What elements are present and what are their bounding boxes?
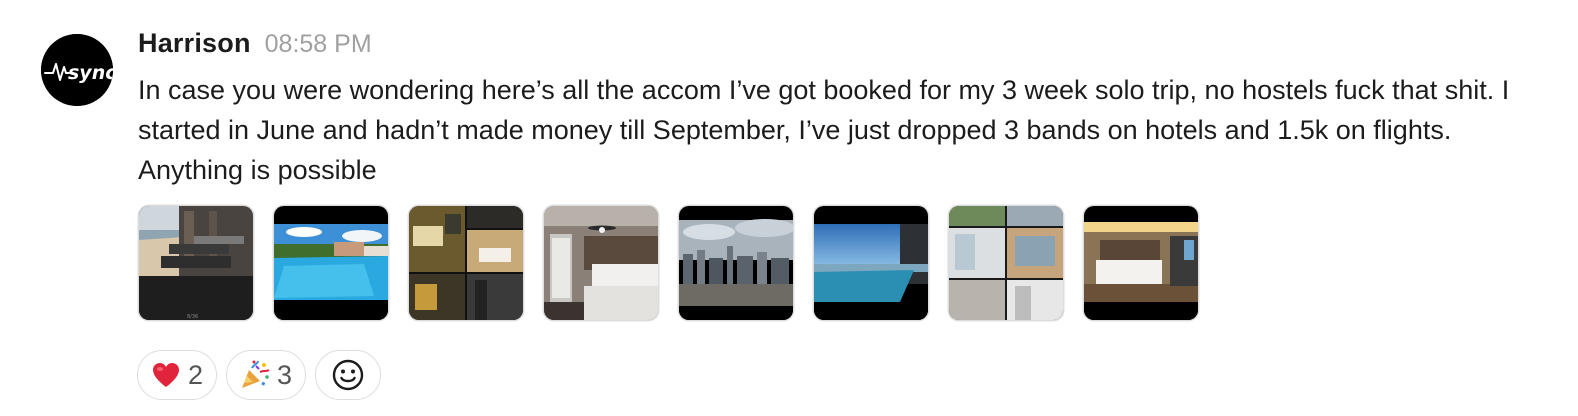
svg-text:8/36: 8/36 — [187, 314, 198, 320]
reaction-party-popper[interactable]: 3 — [226, 350, 307, 400]
image-thumbnail-city-skyline[interactable] — [679, 206, 793, 320]
message-body: Harrison 08:58 PM In case you were wonde… — [138, 28, 1538, 190]
heart-icon — [151, 360, 181, 390]
author-name[interactable]: Harrison — [138, 28, 251, 59]
sync-logo-icon: sync — [41, 34, 113, 106]
reactions-bar: 2 3 — [137, 350, 382, 400]
avatar-logo-text: sync — [68, 62, 113, 84]
image-thumbnail-hotel-collage[interactable] — [409, 206, 523, 320]
smiley-add-icon — [332, 359, 364, 391]
message-text: In case you were wondering here’s all th… — [138, 75, 1510, 185]
image-thumbnail-rooftop-pool[interactable] — [814, 206, 928, 320]
image-attachments: 8/36 — [139, 206, 1198, 320]
reaction-party-popper-count: 3 — [277, 359, 293, 390]
party-popper-icon — [240, 360, 270, 390]
image-thumbnail-beach-restaurant[interactable]: 8/36 — [139, 206, 253, 320]
add-reaction-button[interactable] — [315, 350, 382, 400]
reaction-heart[interactable]: 2 — [137, 350, 218, 400]
image-thumbnail-apartment-collage[interactable] — [949, 206, 1063, 320]
image-thumbnail-hotel-bedroom[interactable] — [544, 206, 658, 320]
image-thumbnail-resort-pool[interactable] — [274, 206, 388, 320]
reaction-heart-count: 2 — [188, 359, 204, 390]
image-thumbnail-modern-bedroom[interactable] — [1084, 206, 1198, 320]
avatar[interactable]: sync — [41, 34, 113, 106]
chat-message: sync Harrison 08:58 PM In case you were … — [0, 0, 1578, 416]
message-timestamp[interactable]: 08:58 PM — [265, 30, 372, 59]
message-header: Harrison 08:58 PM — [138, 28, 1538, 64]
